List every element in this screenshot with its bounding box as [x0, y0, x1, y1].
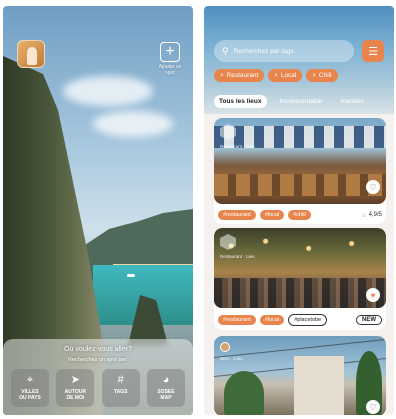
card-caption: Restaurant · Lieu: [220, 254, 255, 259]
tags-button[interactable]: # TAGS: [101, 369, 140, 407]
heart-filled-icon[interactable]: ♥: [366, 288, 380, 302]
place-photo: Sect. · Lieu ♡: [214, 336, 386, 415]
search-icon: ⚲: [222, 45, 229, 56]
quick-actions: ⌖ VILLES OU PAYS ➤ AUTOUR DE MOI # TAGS ◕ …: [11, 369, 185, 407]
add-spot-button[interactable]: + Ajouter un spot: [155, 42, 185, 76]
place-card[interactable]: Sect. · Lieu ♡: [214, 336, 386, 415]
sliders-icon: ☰: [368, 45, 378, 58]
place-photo: Restaurant · Lieu ♡: [214, 118, 386, 204]
tag-chip[interactable]: #placetobe: [288, 314, 328, 326]
tab-must-see[interactable]: Incontournable: [275, 95, 328, 108]
search-input[interactable]: Recherchez par tags: [234, 48, 294, 55]
sheet-subtitle: Recherchez un spot par:: [68, 357, 128, 363]
card-tags: #restaurant #local #chill ♨ 4,9/5: [218, 210, 382, 220]
tag-chip[interactable]: #chill: [288, 210, 311, 220]
flame-icon: ♨: [361, 212, 367, 219]
rating: ♨ 4,9/5: [361, 212, 382, 219]
sheet-title: Où voulez-vous aller?: [64, 346, 132, 353]
card-tags: #restaurant #local #placetobe NEW: [218, 314, 382, 326]
tab-unusual[interactable]: Insolites: [336, 95, 370, 108]
heart-icon[interactable]: ♡: [366, 180, 380, 194]
navigation-arrow-icon: ➤: [70, 374, 80, 386]
tree: [224, 371, 264, 415]
around-me-button[interactable]: ➤ AUTOUR DE MOI: [56, 369, 95, 407]
avatar: [220, 342, 230, 352]
cloud: [63, 76, 153, 106]
filter-button[interactable]: ☰: [362, 40, 384, 62]
place-card[interactable]: Restaurant · Lieu ♡ #restaurant #local #…: [214, 118, 386, 224]
crowd: [214, 278, 386, 308]
quick-label: AUTOUR DE MOI: [64, 389, 86, 401]
close-icon[interactable]: ×: [274, 73, 278, 79]
filter-chip-local[interactable]: × Local: [268, 69, 303, 82]
filter-chip-chill[interactable]: × Chill: [306, 69, 338, 82]
close-icon[interactable]: ×: [312, 73, 316, 79]
sosee-map-button[interactable]: ◕ SOSEE MAP: [146, 369, 185, 407]
search-sheet: Où voulez-vous aller? Recherchez un spot…: [3, 339, 193, 415]
cloud: [93, 111, 173, 137]
person-figure: [27, 47, 37, 65]
results-screen: ⚲ Recherchez par tags ☰ × Restaurant × Loc…: [204, 6, 394, 415]
building: [294, 356, 344, 415]
place-card[interactable]: Restaurant · Lieu ♥ #restaurant #local #…: [214, 228, 386, 330]
tag-chip[interactable]: #local: [259, 315, 285, 325]
category-tabs: Tous les lieux Incontournable Insolites: [214, 95, 388, 108]
home-screen: + Ajouter un spot Où voulez-vous aller? …: [3, 6, 193, 415]
card-caption: Restaurant · Lieu: [220, 144, 255, 149]
tag-chip[interactable]: #restaurant: [218, 210, 256, 220]
add-spot-label: Ajouter un spot: [158, 64, 182, 76]
quick-label: SOSEE MAP: [157, 389, 175, 401]
tab-all-places[interactable]: Tous les lieux: [214, 95, 267, 108]
location-pin-icon: ⌖: [26, 374, 34, 386]
cities-or-countries-button[interactable]: ⌖ VILLES OU PAYS: [11, 369, 49, 407]
active-filter-tags: × Restaurant × Local × Chill: [214, 69, 338, 82]
quick-label: VILLES OU PAYS: [19, 389, 41, 401]
tables: [214, 174, 386, 196]
place-photo: Restaurant · Lieu ♥: [214, 228, 386, 308]
tag-chip[interactable]: #local: [259, 210, 285, 220]
hashtag-icon: #: [117, 374, 124, 386]
card-caption: Sect. · Lieu: [220, 356, 243, 361]
globe-icon: ◕: [162, 374, 170, 386]
heart-icon[interactable]: ♡: [366, 400, 380, 414]
search-bar[interactable]: ⚲ Recherchez par tags: [214, 40, 354, 62]
filter-chip-restaurant[interactable]: × Restaurant: [214, 69, 265, 82]
new-badge: NEW: [356, 315, 382, 325]
profile-avatar[interactable]: [17, 40, 45, 68]
tag-chip[interactable]: #restaurant: [218, 315, 256, 325]
boat: [127, 274, 135, 277]
plus-icon: +: [160, 42, 180, 62]
close-icon[interactable]: ×: [220, 73, 224, 79]
quick-label: TAGS: [113, 389, 128, 395]
